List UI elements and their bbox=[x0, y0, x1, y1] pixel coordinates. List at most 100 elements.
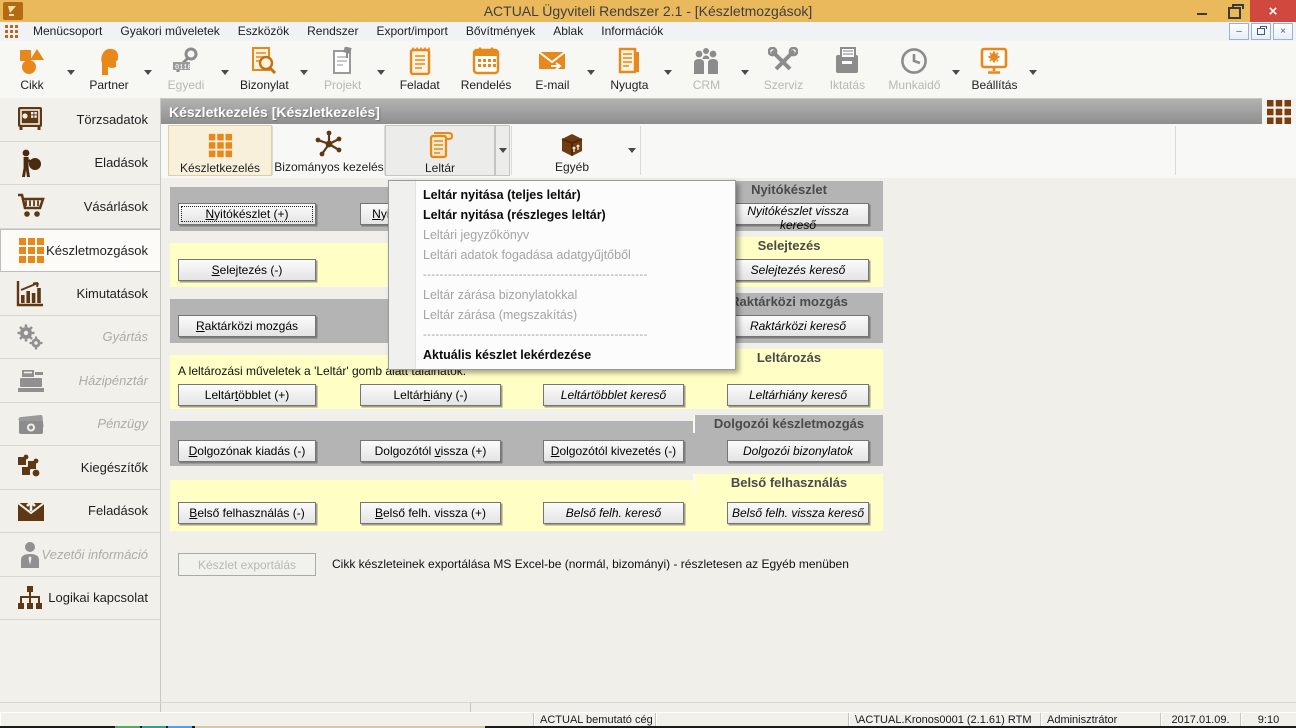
sidebar-item-hazipenztar: Házipénztár bbox=[0, 359, 160, 403]
menu-bar: Menücsoport Gyakori műveletek Eszközök R… bbox=[0, 22, 1296, 42]
beallitas-dropdown-arrow[interactable] bbox=[1026, 41, 1039, 98]
document-search-icon bbox=[250, 44, 278, 77]
menu-item-leltari-jegyzokonyv: Leltári jegyzőkönyv bbox=[389, 225, 735, 245]
page-title: Készletkezelés [Készletkezelés] bbox=[161, 104, 380, 120]
menu-separator: ----------------------------------------… bbox=[389, 325, 735, 345]
toolbar-feladat-button[interactable]: Feladat bbox=[388, 41, 452, 98]
sidebar-item-vasarlasok[interactable]: Vásárlások bbox=[0, 185, 160, 229]
selejtezes-button[interactable]: Selejtezés (-) bbox=[178, 259, 316, 281]
menu-bovitmenyek[interactable]: Bővítmények bbox=[457, 22, 544, 41]
grid-menu-icon[interactable] bbox=[1262, 98, 1296, 125]
tab-keszletkezeles[interactable]: Készletkezelés bbox=[168, 125, 272, 176]
grid-icon bbox=[17, 236, 45, 264]
menu-gyakori-muveletek[interactable]: Gyakori műveletek bbox=[111, 22, 228, 41]
bar-chart-icon bbox=[16, 279, 44, 307]
tab-egyeb[interactable]: Egyéb bbox=[520, 125, 624, 176]
document-pin-icon bbox=[330, 44, 356, 77]
toolbar-egyedi-button: 0110 Egyedi bbox=[154, 41, 218, 98]
leltar-dropdown-arrow[interactable] bbox=[495, 125, 510, 176]
mdi-window-controls: – × bbox=[1229, 23, 1293, 40]
sidebar-item-feladasok[interactable]: Feladások bbox=[0, 490, 160, 534]
dolgozonak-kiadas-button[interactable]: Dolgozónak kiadás (-) bbox=[178, 440, 316, 462]
leltarhiany-button[interactable]: Leltárhiány (-) bbox=[360, 384, 501, 406]
shapes-icon bbox=[18, 44, 46, 77]
envelope-up-icon bbox=[16, 497, 46, 525]
projekt-dropdown-arrow[interactable] bbox=[375, 41, 388, 98]
sidebar-item-eladasok[interactable]: Eladások bbox=[0, 142, 160, 186]
toolbar-bizonylat-button[interactable]: Bizonylat bbox=[231, 41, 298, 98]
selejtezes-kereso-button[interactable]: Selejtezés kereső bbox=[727, 259, 869, 281]
munkaido-dropdown-arrow[interactable] bbox=[949, 41, 962, 98]
gears-icon bbox=[16, 323, 44, 351]
cikk-dropdown-arrow[interactable] bbox=[64, 41, 77, 98]
app-window: ACTUAL Ügyviteli Rendszer 2.1 - [Készlet… bbox=[0, 0, 1296, 728]
bizonylat-dropdown-arrow[interactable] bbox=[298, 41, 311, 98]
menu-informaciok[interactable]: Információk bbox=[592, 22, 672, 41]
toolbar-rendeles-button[interactable]: Rendelés bbox=[452, 41, 521, 98]
belso-felh-kereso-button[interactable]: Belső felh. kereső bbox=[543, 502, 684, 524]
menu-rendszer[interactable]: Rendszer bbox=[298, 22, 367, 41]
leltarhiany-kereso-button[interactable]: Leltárhiány kereső bbox=[727, 384, 869, 406]
leltartobblet-button[interactable]: Leltártöbblet (+) bbox=[178, 384, 316, 406]
belso-felh-vissza-button[interactable]: Belső felh. vissza (+) bbox=[360, 502, 501, 524]
leltartobblet-kereso-button[interactable]: Leltártöbblet kereső bbox=[543, 384, 684, 406]
restore-icon bbox=[1228, 7, 1241, 19]
nyitokeszlet-plusz-button[interactable]: Nyitókészlet (+) bbox=[178, 203, 316, 225]
toolbar-nyugta-button[interactable]: Nyugta bbox=[597, 41, 661, 98]
dolgozotol-vissza-button[interactable]: Dolgozótól vissza (+) bbox=[360, 440, 501, 462]
toolbar-beallitas-button[interactable]: Beállítás bbox=[962, 41, 1026, 98]
svg-text:0110: 0110 bbox=[175, 64, 192, 72]
sidebar-item-kimutatasok[interactable]: Kimutatások bbox=[0, 272, 160, 316]
menu-export-import[interactable]: Export/import bbox=[367, 22, 456, 41]
sidebar-item-kiegeszitok[interactable]: Kiegészítők bbox=[0, 446, 160, 490]
leltar-menu: Leltár nyitása (teljes leltár) Leltár ny… bbox=[388, 180, 736, 370]
menu-eszkozok[interactable]: Eszközök bbox=[229, 22, 298, 41]
restore-button[interactable] bbox=[1218, 0, 1250, 22]
sidebar-item-keszletmozgasok[interactable]: Készletmozgások bbox=[0, 229, 160, 273]
sidebar-item-penzugy: Pénzügy bbox=[0, 403, 160, 447]
sidebar-item-logikai-kapcsolat[interactable]: Logikai kapcsolat bbox=[0, 577, 160, 621]
menu-ablak[interactable]: Ablak bbox=[544, 22, 592, 41]
menu-item-aktualis-keszlet-lekerdezese[interactable]: Aktuális készlet lekérdezése bbox=[389, 345, 735, 365]
egyedi-dropdown-arrow[interactable] bbox=[218, 41, 231, 98]
tab-bizomanyos-kezeles[interactable]: Bizományos kezelés bbox=[273, 125, 385, 176]
email-dropdown-arrow[interactable] bbox=[584, 41, 597, 98]
menu-grid-icon bbox=[5, 25, 18, 38]
sidebar-item-torzsadatok[interactable]: Törzsadatok bbox=[0, 98, 160, 142]
partner-dropdown-arrow[interactable] bbox=[141, 41, 154, 98]
people-group-icon bbox=[690, 44, 722, 77]
menu-item-leltar-nyitasa-reszleges[interactable]: Leltár nyitása (részleges leltár) bbox=[389, 205, 735, 225]
belso-felh-vissza-kereso-button[interactable]: Belső felh. vissza kereső bbox=[727, 502, 869, 524]
menu-item-leltar-nyitasa-teljes[interactable]: Leltár nyitása (teljes leltár) bbox=[389, 185, 735, 205]
toolbar-cikk-button[interactable]: Cikk bbox=[0, 41, 64, 98]
egyeb-dropdown-arrow[interactable] bbox=[624, 125, 639, 176]
mdi-close-button[interactable]: × bbox=[1273, 23, 1293, 40]
nyitokeszlet-vissza-kereso-button[interactable]: Nyitókészlet vissza kereső bbox=[727, 203, 869, 225]
nyugta-dropdown-arrow[interactable] bbox=[661, 41, 674, 98]
dolgozoi-bizonylatok-button[interactable]: Dolgozói bizonylatok bbox=[727, 440, 869, 462]
toolbar-iktatas-button: Iktatás bbox=[815, 41, 879, 98]
belso-felhasznalas-button[interactable]: Belső felhasználás (-) bbox=[178, 502, 316, 524]
mdi-restore-button[interactable] bbox=[1251, 23, 1271, 40]
tab-leltar[interactable]: Leltár bbox=[385, 125, 495, 176]
box-icon bbox=[558, 129, 586, 159]
raktarkozi-kereso-button[interactable]: Raktárközi kereső bbox=[727, 315, 869, 337]
close-button[interactable]: × bbox=[1250, 0, 1296, 22]
person-icon bbox=[16, 540, 44, 568]
minimize-button[interactable] bbox=[1186, 0, 1218, 22]
dolgozotol-kivezetes-button[interactable]: Dolgozótól kivezetés (-) bbox=[543, 440, 684, 462]
clock-icon bbox=[900, 44, 928, 77]
toolbar-email-button[interactable]: E-mail bbox=[520, 41, 584, 98]
toolbar-partner-button[interactable]: Partner bbox=[77, 41, 141, 98]
menu-menucsoport[interactable]: Menücsoport bbox=[24, 22, 111, 41]
status-user: Adminisztrátor bbox=[1040, 713, 1160, 727]
raktarkozi-mozgas-button[interactable]: Raktárközi mozgás bbox=[178, 315, 316, 337]
menu-item-leltar-zarasa-bizonylatokkal: Leltár zárása bizonylatokkal bbox=[389, 285, 735, 305]
crm-dropdown-arrow[interactable] bbox=[738, 41, 751, 98]
section-dolgozoi-keszletmozgas: Dolgozói készletmozgás Dolgozónak kiadás… bbox=[170, 415, 883, 466]
sidebar-item-vezetoi-informacio: Vezetői információ bbox=[0, 533, 160, 577]
sidebar-item-gyartas: Gyártás bbox=[0, 316, 160, 360]
org-tree-icon bbox=[16, 584, 44, 612]
mdi-minimize-button[interactable]: – bbox=[1229, 23, 1249, 40]
toolbar-crm-button: CRM bbox=[674, 41, 738, 98]
